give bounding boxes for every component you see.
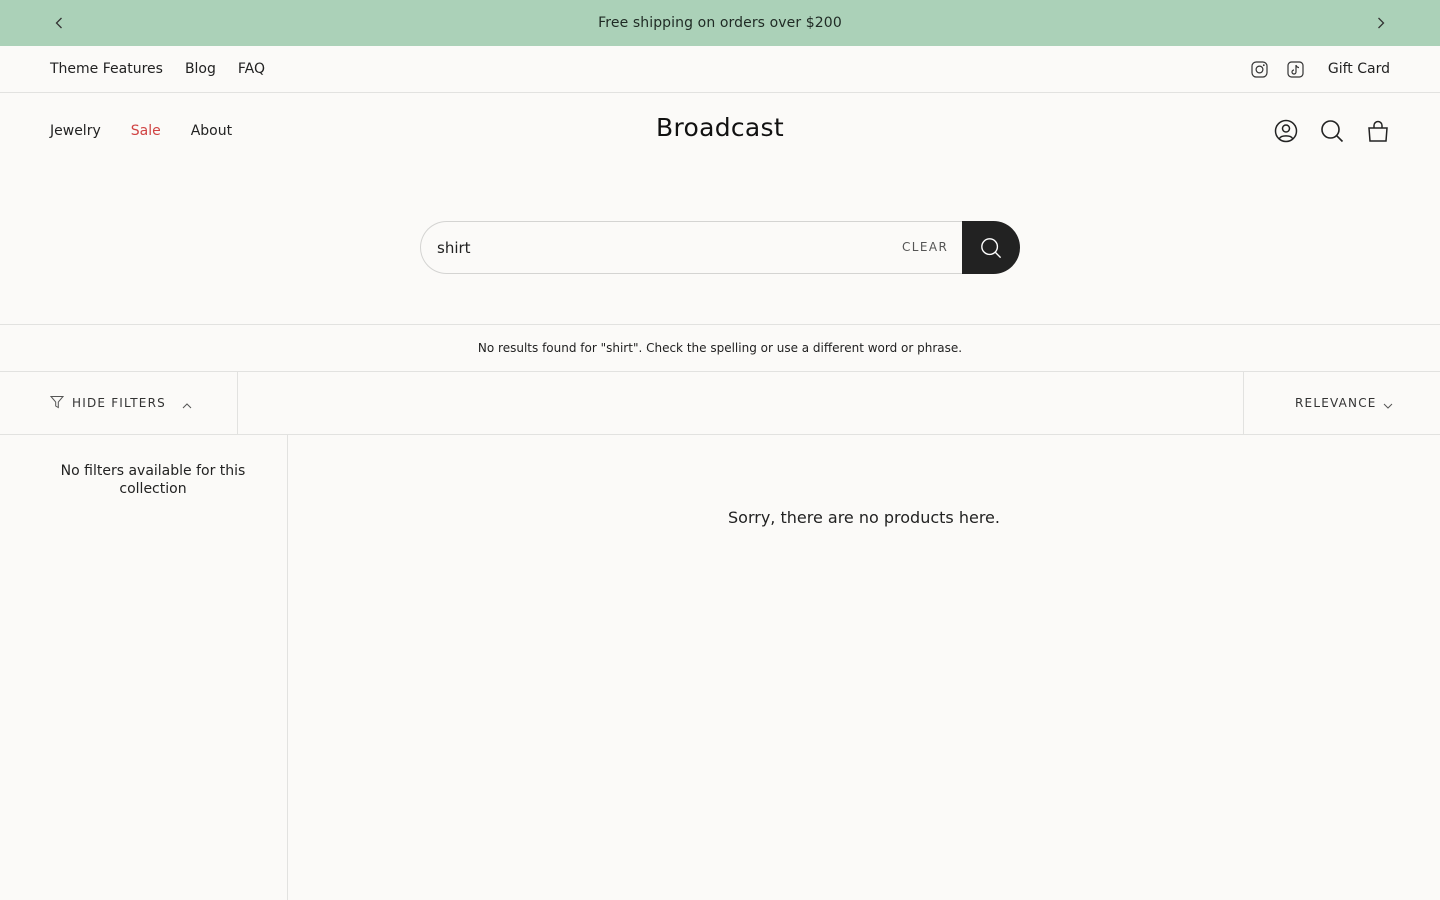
hide-filters-button[interactable]: HIDE FILTERS bbox=[0, 372, 238, 434]
utility-nav: Theme Features Blog FAQ bbox=[50, 46, 265, 92]
tiktok-icon[interactable] bbox=[1286, 59, 1306, 79]
gift-card-link[interactable]: Gift Card bbox=[1328, 61, 1390, 77]
no-products-message: Sorry, there are no products here. bbox=[728, 508, 1000, 527]
no-filters-message: No filters available for this collection bbox=[60, 463, 246, 497]
cart-bag-icon[interactable] bbox=[1366, 117, 1390, 145]
account-icon[interactable] bbox=[1274, 117, 1298, 145]
search-icon bbox=[981, 237, 1002, 258]
nav-item-about[interactable]: About bbox=[191, 123, 232, 139]
filter-sidebar: No filters available for this collection bbox=[0, 435, 288, 900]
search-field: CLEAR bbox=[420, 221, 980, 274]
nav-item-sale[interactable]: Sale bbox=[131, 123, 161, 139]
chevron-down-icon bbox=[1383, 394, 1393, 413]
sort-dropdown[interactable]: RELEVANCE bbox=[1243, 372, 1440, 434]
search-input[interactable] bbox=[437, 236, 877, 260]
site-logo[interactable]: Broadcast bbox=[656, 113, 784, 142]
main-nav: Jewelry Sale About bbox=[50, 93, 232, 169]
chevron-up-icon bbox=[182, 394, 192, 413]
clear-button[interactable]: CLEAR bbox=[902, 240, 948, 254]
utility-link-faq[interactable]: FAQ bbox=[238, 61, 265, 77]
utility-bar: Theme Features Blog FAQ Gift Card bbox=[0, 46, 1440, 93]
chevron-right-icon[interactable] bbox=[1371, 13, 1391, 33]
instagram-icon[interactable] bbox=[1250, 59, 1270, 79]
search-icon[interactable] bbox=[1320, 117, 1344, 145]
filter-icon bbox=[49, 394, 65, 413]
no-results-message: No results found for "shirt". Check the … bbox=[477, 341, 963, 355]
chevron-left-icon[interactable] bbox=[49, 13, 69, 33]
utility-link-blog[interactable]: Blog bbox=[185, 61, 216, 77]
utility-right: Gift Card bbox=[1250, 46, 1390, 92]
search-form: CLEAR bbox=[420, 221, 1020, 274]
nav-item-jewelry[interactable]: Jewelry bbox=[50, 123, 101, 139]
header-icons bbox=[1274, 117, 1390, 145]
announcement-bar: Free shipping on orders over $200 bbox=[0, 0, 1440, 46]
hide-filters-label: HIDE FILTERS bbox=[72, 396, 166, 410]
no-results-bar: No results found for "shirt". Check the … bbox=[0, 324, 1440, 372]
utility-link-theme-features[interactable]: Theme Features bbox=[50, 61, 163, 77]
search-submit-button[interactable] bbox=[962, 221, 1020, 274]
announcement-text: Free shipping on orders over $200 bbox=[598, 15, 842, 31]
main-header: Jewelry Sale About Broadcast bbox=[0, 93, 1440, 169]
filter-toolbar: HIDE FILTERS RELEVANCE bbox=[0, 372, 1440, 435]
sort-label: RELEVANCE bbox=[1295, 396, 1377, 410]
